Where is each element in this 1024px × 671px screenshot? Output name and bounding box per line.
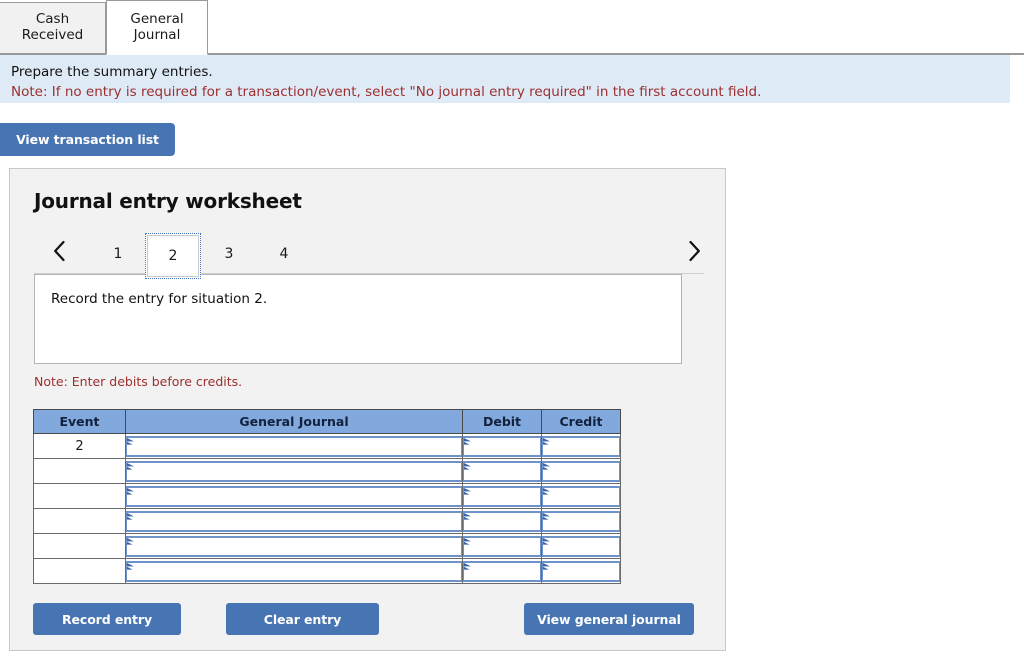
cell-dropdown-marker-icon xyxy=(543,462,550,472)
cell-dropdown-marker-icon xyxy=(127,562,134,572)
debit-input-cell xyxy=(462,458,542,484)
table-header-row: Event General Journal Debit Credit xyxy=(33,409,621,434)
tab-cash-received[interactable]: Cash Received xyxy=(0,2,106,54)
pager-page-3[interactable]: 3 xyxy=(201,234,257,274)
page-title: Journal entry worksheet xyxy=(34,189,302,213)
situation-description-box: Record the entry for situation 2. xyxy=(34,274,682,364)
column-header-debit: Debit xyxy=(462,409,542,434)
debit-input-cell xyxy=(462,558,542,584)
cell-dropdown-marker-icon xyxy=(464,437,471,447)
column-header-credit: Credit xyxy=(541,409,621,434)
cell-dropdown-marker-icon xyxy=(127,487,134,497)
cell-dropdown-marker-icon xyxy=(543,562,550,572)
credit-input[interactable] xyxy=(542,460,620,482)
tab-general-journal[interactable]: General Journal xyxy=(106,0,208,55)
table-row xyxy=(33,508,621,534)
view-general-journal-button[interactable]: View general journal xyxy=(524,603,694,635)
debit-input[interactable] xyxy=(463,560,541,582)
debit-input-cell xyxy=(462,433,542,459)
account-input[interactable] xyxy=(126,485,462,507)
event-cell[interactable]: 2 xyxy=(33,433,126,459)
cell-dropdown-marker-icon xyxy=(127,462,134,472)
cell-dropdown-marker-icon xyxy=(127,537,134,547)
debit-input-cell xyxy=(462,483,542,509)
cell-dropdown-marker-icon xyxy=(543,487,550,497)
cell-dropdown-marker-icon xyxy=(464,462,471,472)
pager-page-2[interactable]: 2 xyxy=(145,233,201,279)
app-screen: Cash Received General Journal Prepare th… xyxy=(0,0,1024,671)
debit-input[interactable] xyxy=(463,485,541,507)
cell-dropdown-marker-icon xyxy=(127,512,134,522)
event-cell[interactable] xyxy=(33,458,126,484)
account-input-cell xyxy=(125,483,463,509)
credit-input-cell xyxy=(541,433,621,459)
table-row xyxy=(33,458,621,484)
debit-input-cell xyxy=(462,508,542,534)
pager-next-button[interactable] xyxy=(677,234,711,268)
event-cell[interactable] xyxy=(33,558,126,584)
journal-entry-table: Event General Journal Debit Credit 2 xyxy=(33,409,621,584)
debit-input[interactable] xyxy=(463,435,541,457)
chevron-right-icon xyxy=(687,240,702,262)
clear-entry-button[interactable]: Clear entry xyxy=(226,603,379,635)
account-input-cell xyxy=(125,558,463,584)
credit-input-cell xyxy=(541,508,621,534)
tab-strip: Cash Received General Journal xyxy=(0,0,1024,55)
credit-input-cell xyxy=(541,533,621,559)
account-input[interactable] xyxy=(126,435,462,457)
credit-input[interactable] xyxy=(542,485,620,507)
debit-input[interactable] xyxy=(463,535,541,557)
instruction-primary-text: Prepare the summary entries. xyxy=(11,64,213,80)
pager-page-4[interactable]: 4 xyxy=(256,234,312,274)
cell-dropdown-marker-icon xyxy=(127,437,134,447)
pager-page-1[interactable]: 1 xyxy=(90,234,146,274)
event-cell[interactable] xyxy=(33,533,126,559)
account-input-cell xyxy=(125,533,463,559)
column-header-event: Event xyxy=(33,409,126,434)
credit-input-cell xyxy=(541,458,621,484)
cell-dropdown-marker-icon xyxy=(543,537,550,547)
credit-input[interactable] xyxy=(542,435,620,457)
cell-dropdown-marker-icon xyxy=(543,437,550,447)
table-row xyxy=(33,483,621,509)
account-input-cell xyxy=(125,433,463,459)
column-header-general-journal: General Journal xyxy=(125,409,463,434)
credit-input[interactable] xyxy=(542,510,620,532)
debits-before-credits-note: Note: Enter debits before credits. xyxy=(34,374,243,389)
credit-input-cell xyxy=(541,558,621,584)
instruction-note-text: Note: If no entry is required for a tran… xyxy=(11,83,762,100)
account-input[interactable] xyxy=(126,535,462,557)
debit-input[interactable] xyxy=(463,510,541,532)
cell-dropdown-marker-icon xyxy=(464,562,471,572)
event-cell[interactable] xyxy=(33,508,126,534)
credit-input[interactable] xyxy=(542,560,620,582)
event-cell[interactable] xyxy=(33,483,126,509)
pager-prev-button[interactable] xyxy=(42,234,76,268)
credit-input-cell xyxy=(541,483,621,509)
debit-input[interactable] xyxy=(463,460,541,482)
cell-dropdown-marker-icon xyxy=(543,512,550,522)
account-input[interactable] xyxy=(126,510,462,532)
cell-dropdown-marker-icon xyxy=(464,512,471,522)
worksheet-pager: 1 2 3 4 xyxy=(26,228,711,279)
account-input[interactable] xyxy=(126,460,462,482)
instruction-banner: Prepare the summary entries. Note: If no… xyxy=(0,55,1010,103)
account-input-cell xyxy=(125,508,463,534)
credit-input[interactable] xyxy=(542,535,620,557)
record-entry-button[interactable]: Record entry xyxy=(33,603,181,635)
cell-dropdown-marker-icon xyxy=(464,487,471,497)
situation-description-text: Record the entry for situation 2. xyxy=(51,291,268,307)
account-input[interactable] xyxy=(126,560,462,582)
table-row xyxy=(33,533,621,559)
account-input-cell xyxy=(125,458,463,484)
debit-input-cell xyxy=(462,533,542,559)
journal-entry-worksheet-panel: Journal entry worksheet 1 2 3 4 Record t… xyxy=(9,168,726,651)
table-row xyxy=(33,558,621,584)
cell-dropdown-marker-icon xyxy=(464,537,471,547)
view-transaction-list-button[interactable]: View transaction list xyxy=(0,123,175,156)
chevron-left-icon xyxy=(52,240,67,262)
table-row: 2 xyxy=(33,433,621,459)
